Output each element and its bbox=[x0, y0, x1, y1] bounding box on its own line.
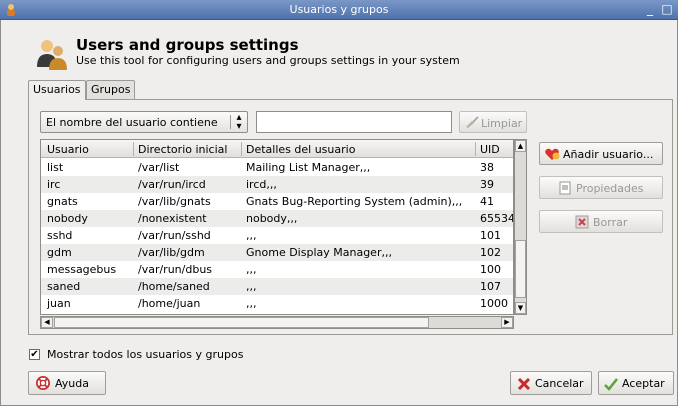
table-row[interactable]: irc/var/run/ircd ircd,,, 39 bbox=[41, 176, 513, 193]
cell-detalles: Gnome Display Manager,,, bbox=[246, 246, 392, 259]
page-title: Users and groups settings bbox=[76, 36, 299, 54]
delete-label: Borrar bbox=[593, 216, 628, 229]
column-header-detalles[interactable]: Detalles del usuario bbox=[246, 143, 355, 156]
window-title: Usuarios y grupos bbox=[289, 3, 389, 16]
cell-uid: 38 bbox=[480, 161, 494, 174]
filter-select-value: El nombre del usuario contiene bbox=[46, 116, 218, 129]
column-divider bbox=[133, 142, 134, 156]
add-user-label: Añadir usuario... bbox=[563, 148, 654, 161]
window-titlebar[interactable]: Usuarios y grupos _ □ bbox=[0, 0, 678, 20]
clear-button-label: Limpiar bbox=[481, 117, 523, 130]
table-row[interactable]: sshd/var/run/sshd,,, 101 bbox=[41, 227, 513, 244]
cell-directorio: /var/run/ircd bbox=[138, 178, 206, 191]
column-header-directorio[interactable]: Directorio inicial bbox=[138, 143, 227, 156]
scroll-right-icon[interactable]: ▶ bbox=[501, 317, 513, 328]
help-icon bbox=[36, 376, 50, 390]
cell-directorio: /var/lib/gnats bbox=[138, 195, 211, 208]
column-header-uid[interactable]: UID bbox=[480, 143, 500, 156]
add-user-button[interactable]: Añadir usuario... bbox=[539, 142, 663, 165]
cell-directorio: /var/list bbox=[138, 161, 180, 174]
minimize-icon[interactable]: _ bbox=[642, 2, 658, 17]
users-table: Usuario Directorio inicial Detalles del … bbox=[40, 139, 514, 315]
add-user-icon bbox=[545, 148, 560, 160]
cancel-label: Cancelar bbox=[535, 377, 584, 390]
vertical-scrollbar[interactable]: ▲ ▼ bbox=[514, 139, 527, 315]
column-divider bbox=[241, 142, 242, 156]
cell-usuario: nobody bbox=[47, 212, 88, 225]
cell-uid: 102 bbox=[480, 246, 501, 259]
cell-detalles: ircd,,, bbox=[246, 178, 277, 191]
column-header-usuario[interactable]: Usuario bbox=[47, 143, 89, 156]
table-row[interactable]: nobody/nonexistent nobody,,, 65534 bbox=[41, 210, 514, 227]
table-row[interactable]: gnats/var/lib/gnats Gnats Bug-Reporting S… bbox=[41, 193, 513, 210]
cell-usuario: messagebus bbox=[47, 263, 117, 276]
cell-detalles: Mailing List Manager,,, bbox=[246, 161, 371, 174]
show-all-label[interactable]: Mostrar todos los usuarios y grupos bbox=[47, 348, 243, 361]
cell-directorio: /home/juan bbox=[138, 297, 201, 310]
table-row[interactable]: gdm/var/lib/gdm Gnome Display Manager,,, 1… bbox=[41, 244, 513, 261]
scroll-left-icon[interactable]: ◀ bbox=[41, 317, 53, 328]
cell-directorio: /home/saned bbox=[138, 280, 210, 293]
cell-usuario: gnats bbox=[47, 195, 78, 208]
table-row[interactable]: juan/home/juan,,, 1000 bbox=[41, 295, 513, 312]
cell-detalles: Gnats Bug-Reporting System (admin),,, bbox=[246, 195, 463, 208]
tab-usuarios[interactable]: Usuarios bbox=[28, 80, 86, 100]
cell-uid: 39 bbox=[480, 178, 494, 191]
table-row[interactable]: saned/home/saned,,, 107 bbox=[41, 278, 513, 295]
column-divider bbox=[475, 142, 476, 156]
maximize-icon[interactable]: □ bbox=[659, 2, 675, 17]
cell-directorio: /var/lib/gdm bbox=[138, 246, 205, 259]
vertical-scroll-thumb[interactable] bbox=[515, 240, 526, 298]
cell-usuario: juan bbox=[47, 297, 71, 310]
scroll-up-icon[interactable]: ▲ bbox=[515, 140, 526, 152]
checkmark-icon bbox=[604, 378, 618, 391]
tab-grupos[interactable]: Grupos bbox=[86, 80, 136, 99]
properties-icon bbox=[559, 181, 571, 195]
filter-select[interactable]: El nombre del usuario contiene ▴ ▾ bbox=[40, 111, 248, 133]
cell-uid: 101 bbox=[480, 229, 501, 242]
help-label: Ayuda bbox=[55, 377, 89, 390]
cell-uid: 65534 bbox=[480, 212, 514, 225]
table-row[interactable]: messagebus/var/run/dbus,,, 100 bbox=[41, 261, 513, 278]
horizontal-scrollbar[interactable]: ◀ ▶ bbox=[40, 316, 514, 329]
search-input[interactable] bbox=[256, 111, 452, 133]
cell-uid: 100 bbox=[480, 263, 501, 276]
combo-separator bbox=[230, 115, 231, 129]
delete-icon bbox=[575, 215, 589, 229]
updown-arrow-icon: ▴ ▾ bbox=[236, 112, 242, 132]
cell-usuario: irc bbox=[47, 178, 61, 191]
horizontal-scroll-thumb[interactable] bbox=[54, 317, 429, 328]
cell-uid: 41 bbox=[480, 195, 494, 208]
cancel-icon bbox=[517, 377, 531, 391]
cancel-button[interactable]: Cancelar bbox=[510, 371, 592, 395]
table-row[interactable]: list/var/list Mailing List Manager,,, 38 bbox=[41, 159, 513, 176]
cell-detalles: ,,, bbox=[246, 263, 257, 276]
page-subtitle: Use this tool for configuring users and … bbox=[76, 54, 460, 67]
cell-uid: 107 bbox=[480, 280, 501, 293]
cell-uid: 1000 bbox=[480, 297, 508, 310]
table-header: Usuario Directorio inicial Detalles del … bbox=[41, 140, 513, 158]
show-all-checkbox[interactable]: ✔ bbox=[29, 349, 40, 360]
cell-usuario: gdm bbox=[47, 246, 72, 259]
cell-usuario: saned bbox=[47, 280, 81, 293]
clear-button[interactable]: Limpiar bbox=[459, 111, 527, 133]
cell-usuario: list bbox=[47, 161, 64, 174]
cell-directorio: /nonexistent bbox=[138, 212, 207, 225]
delete-button[interactable]: Borrar bbox=[539, 210, 663, 233]
cell-detalles: ,,, bbox=[246, 229, 257, 242]
cell-detalles: ,,, bbox=[246, 297, 257, 310]
properties-label: Propiedades bbox=[576, 182, 644, 195]
cell-detalles: nobody,,, bbox=[246, 212, 298, 225]
cell-directorio: /var/run/sshd bbox=[138, 229, 211, 242]
users-icon bbox=[37, 40, 67, 70]
properties-button[interactable]: Propiedades bbox=[539, 176, 663, 199]
cell-detalles: ,,, bbox=[246, 280, 257, 293]
scroll-down-icon[interactable]: ▼ bbox=[515, 302, 526, 314]
accept-button[interactable]: Aceptar bbox=[598, 371, 674, 395]
cell-directorio: /var/run/dbus bbox=[138, 263, 213, 276]
broom-icon bbox=[466, 116, 479, 128]
help-button[interactable]: Ayuda bbox=[28, 371, 106, 395]
accept-label: Aceptar bbox=[622, 377, 665, 390]
cell-usuario: sshd bbox=[47, 229, 73, 242]
